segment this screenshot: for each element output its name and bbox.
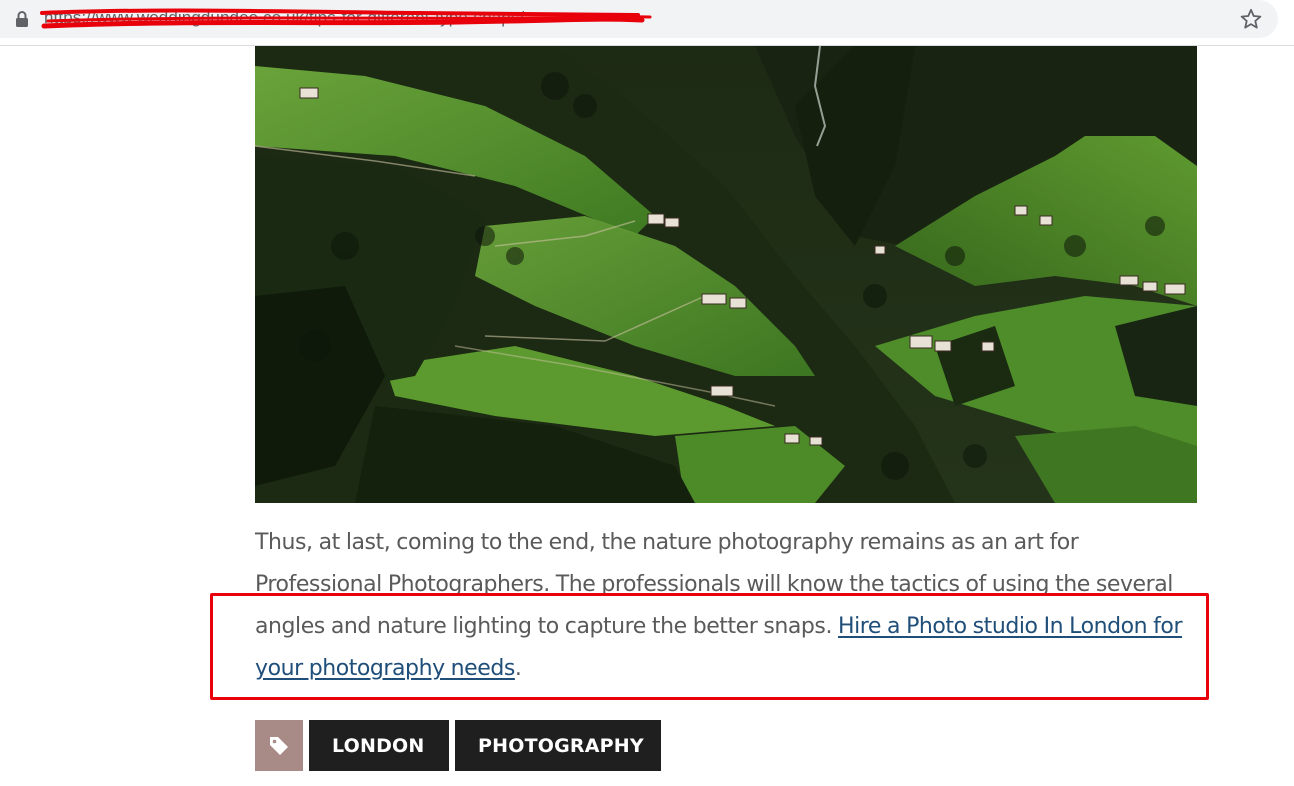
paragraph-trailing: . [514, 656, 522, 681]
mountain-valley-illustration [255, 46, 1197, 503]
omnibox[interactable]: https://www.weddingdundee.co.uk/tips-for… [0, 0, 1278, 38]
redaction-scribble [40, 8, 652, 29]
star-icon[interactable] [1239, 7, 1263, 31]
tag-london[interactable]: LONDON [309, 720, 449, 771]
tag-photography[interactable]: PHOTOGRAPHY [455, 720, 661, 771]
tags-label [255, 720, 303, 771]
article-hero-image [255, 46, 1197, 503]
post-tags: LONDON PHOTOGRAPHY [255, 720, 661, 771]
browser-address-bar: https://www.weddingdundee.co.uk/tips-for… [0, 0, 1294, 46]
lock-icon[interactable] [14, 10, 30, 28]
tag-icon [270, 736, 288, 755]
article-paragraph: Thus, at last, coming to the end, the na… [255, 522, 1190, 690]
